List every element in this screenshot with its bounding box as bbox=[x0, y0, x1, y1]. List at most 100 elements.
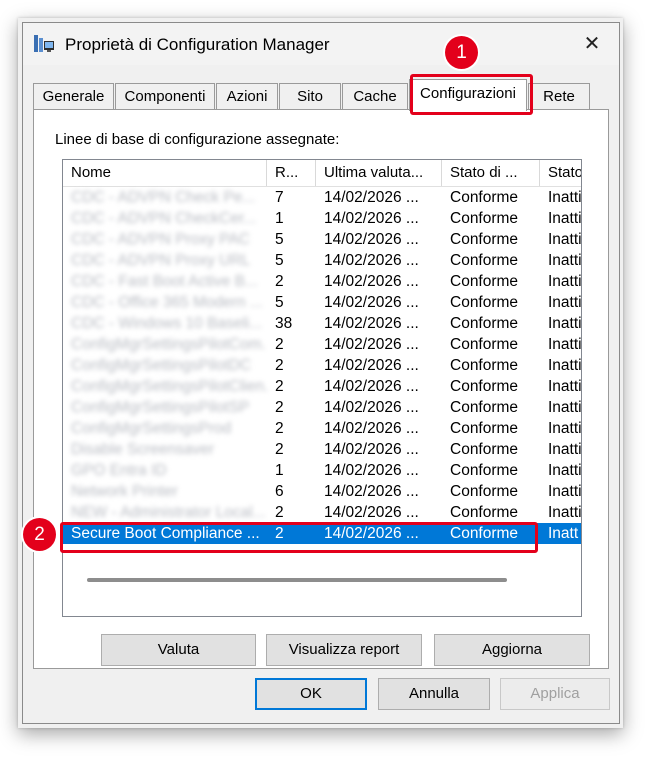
cell-nome: ConfigMgrSettingsPilotDC bbox=[71, 357, 252, 374]
visualizza-report-button[interactable]: Visualizza report bbox=[266, 634, 422, 666]
applica-button[interactable]: Applica bbox=[500, 678, 610, 710]
cell-stato: Inattivo bbox=[548, 462, 582, 479]
table-row[interactable]: NEW - Administrator Local... 2 14/02/2026 … bbox=[63, 502, 581, 523]
cell-ultima-valutazione: 14/02/2026 ... bbox=[324, 399, 419, 416]
cell-nome: CDC - ADVPN CheckCer... bbox=[71, 210, 257, 227]
tab-azioni[interactable]: Azioni bbox=[216, 83, 278, 110]
cell-ultima-valutazione: 14/02/2026 ... bbox=[324, 357, 419, 374]
cell-revisione: 1 bbox=[275, 210, 284, 227]
cell-nome: Network Printer bbox=[71, 483, 178, 500]
cell-stato-conformita: Conforme bbox=[450, 420, 519, 437]
table-row[interactable]: CDC - Fast Boot Active B... 2 14/02/2026 .… bbox=[63, 271, 581, 292]
assigned-baselines-label: Linee di base di configurazione assegnat… bbox=[55, 131, 340, 148]
cell-nome: ConfigMgrSettingsPilotClien... bbox=[71, 378, 267, 395]
cell-stato: Inattivo bbox=[548, 357, 582, 374]
cell-nome: ConfigMgrSettingsProd bbox=[71, 420, 232, 437]
cell-stato-conformita: Conforme bbox=[450, 357, 519, 374]
list-header: Nome R... Ultima valuta... Stato di ... … bbox=[63, 160, 581, 187]
cell-nome: NEW - Administrator Local... bbox=[71, 504, 266, 521]
cell-revisione: 5 bbox=[275, 252, 284, 269]
table-row[interactable]: CDC - Windows 10 Baseli... 38 14/02/2026 .… bbox=[63, 313, 581, 334]
table-row[interactable]: ConfigMgrSettingsPilotClien... 2 14/02/202… bbox=[63, 376, 581, 397]
table-row[interactable]: ConfigMgrSettingsPilotDC 2 14/02/2026 ... C… bbox=[63, 355, 581, 376]
configurazioni-tab-highlight bbox=[410, 74, 533, 115]
cell-ultima-valutazione: 14/02/2026 ... bbox=[324, 231, 419, 248]
cell-revisione: 2 bbox=[275, 441, 284, 458]
cell-stato: Inattivo bbox=[548, 483, 582, 500]
cell-stato: Inattivo bbox=[548, 273, 582, 290]
column-header-revisione[interactable]: R... bbox=[267, 160, 316, 186]
tab-rete[interactable]: Rete bbox=[528, 83, 590, 110]
valuta-button[interactable]: Valuta bbox=[101, 634, 256, 666]
table-row[interactable]: Disable Screensaver 2 14/02/2026 ... Confor… bbox=[63, 439, 581, 460]
cell-ultima-valutazione: 14/02/2026 ... bbox=[324, 336, 419, 353]
close-button[interactable]: ✕ bbox=[569, 25, 615, 63]
selected-row-highlight bbox=[60, 522, 538, 553]
cell-revisione: 2 bbox=[275, 420, 284, 437]
cell-ultima-valutazione: 14/02/2026 ... bbox=[324, 420, 419, 437]
column-header-ultima-valutazione[interactable]: Ultima valuta... bbox=[316, 160, 442, 186]
table-row[interactable]: CDC - Office 365 Modern ... 5 14/02/2026 .… bbox=[63, 292, 581, 313]
annulla-button[interactable]: Annulla bbox=[378, 678, 490, 710]
list-rows: CDC - ADVPN Check Pe... 7 14/02/2026 ... Co… bbox=[63, 187, 581, 544]
properties-dialog: Proprietà di Configuration Manager ✕ Gen… bbox=[22, 22, 620, 724]
cell-nome: Disable Screensaver bbox=[71, 441, 215, 458]
column-header-stato-conformita[interactable]: Stato di ... bbox=[442, 160, 540, 186]
cell-revisione: 2 bbox=[275, 336, 284, 353]
table-row[interactable]: Network Printer 6 14/02/2026 ... Conforme In… bbox=[63, 481, 581, 502]
tab-cache[interactable]: Cache bbox=[342, 83, 408, 110]
cell-stato: Inattivo bbox=[548, 399, 582, 416]
aggiorna-button[interactable]: Aggiorna bbox=[434, 634, 590, 666]
cell-revisione: 1 bbox=[275, 462, 284, 479]
cell-stato: Inattivo bbox=[548, 252, 582, 269]
cell-nome: GPO Entra ID bbox=[71, 462, 167, 479]
table-row[interactable]: CDC - ADVPN Proxy PAC 5 14/02/2026 ... Conf… bbox=[63, 229, 581, 250]
configmgr-app-icon bbox=[34, 34, 56, 54]
cell-stato: Inattivo bbox=[548, 210, 582, 227]
cell-nome: CDC - Windows 10 Baseli... bbox=[71, 315, 263, 332]
cell-ultima-valutazione: 14/02/2026 ... bbox=[324, 504, 419, 521]
tab-sito[interactable]: Sito bbox=[279, 83, 341, 110]
table-row[interactable]: ConfigMgrSettingsPilotCom... 2 14/02/2026 … bbox=[63, 334, 581, 355]
table-row[interactable]: CDC - ADVPN Proxy URL 5 14/02/2026 ... Conf… bbox=[63, 250, 581, 271]
cell-stato-conformita: Conforme bbox=[450, 231, 519, 248]
cell-stato: Inattivo bbox=[548, 315, 582, 332]
cell-revisione: 38 bbox=[275, 315, 293, 332]
table-row[interactable]: ConfigMgrSettingsPilotSP 2 14/02/2026 ... C… bbox=[63, 397, 581, 418]
cell-stato: Inattivo bbox=[548, 294, 582, 311]
cell-stato-conformita: Conforme bbox=[450, 189, 519, 206]
horizontal-scrollbar[interactable] bbox=[87, 578, 507, 582]
cell-stato-conformita: Conforme bbox=[450, 252, 519, 269]
cell-stato: Inattivo bbox=[548, 504, 582, 521]
cell-stato-conformita: Conforme bbox=[450, 399, 519, 416]
tab-componenti[interactable]: Componenti bbox=[115, 83, 215, 110]
table-row[interactable]: ConfigMgrSettingsProd 2 14/02/2026 ... Conf… bbox=[63, 418, 581, 439]
cell-ultima-valutazione: 14/02/2026 ... bbox=[324, 210, 419, 227]
tab-generale[interactable]: Generale bbox=[33, 83, 114, 110]
cell-stato-conformita: Conforme bbox=[450, 483, 519, 500]
cell-revisione: 2 bbox=[275, 378, 284, 395]
cell-ultima-valutazione: 14/02/2026 ... bbox=[324, 273, 419, 290]
cell-stato: Inattivo bbox=[548, 189, 582, 206]
table-row[interactable]: CDC - ADVPN CheckCer... 1 14/02/2026 ... Co… bbox=[63, 208, 581, 229]
cell-stato-conformita: Conforme bbox=[450, 504, 519, 521]
window-title: Proprietà di Configuration Manager bbox=[65, 35, 330, 54]
table-row[interactable]: CDC - ADVPN Check Pe... 7 14/02/2026 ... Co… bbox=[63, 187, 581, 208]
cell-revisione: 5 bbox=[275, 294, 284, 311]
cell-stato: Inattivo bbox=[548, 231, 582, 248]
ok-button[interactable]: OK bbox=[255, 678, 367, 710]
cell-stato-conformita: Conforme bbox=[450, 294, 519, 311]
cell-stato-conformita: Conforme bbox=[450, 210, 519, 227]
column-header-nome[interactable]: Nome bbox=[63, 160, 267, 186]
title-bar[interactable]: Proprietà di Configuration Manager ✕ bbox=[23, 23, 619, 65]
cell-stato-conformita: Conforme bbox=[450, 336, 519, 353]
table-row[interactable]: GPO Entra ID 1 14/02/2026 ... Conforme Inatt… bbox=[63, 460, 581, 481]
cell-stato: Inattivo bbox=[548, 378, 582, 395]
cell-revisione: 2 bbox=[275, 273, 284, 290]
cell-revisione: 7 bbox=[275, 189, 284, 206]
cell-nome: CDC - Fast Boot Active B... bbox=[71, 273, 258, 290]
cell-revisione: 2 bbox=[275, 357, 284, 374]
cell-ultima-valutazione: 14/02/2026 ... bbox=[324, 483, 419, 500]
column-header-stato[interactable]: Stato bbox=[540, 160, 581, 186]
cell-ultima-valutazione: 14/02/2026 ... bbox=[324, 462, 419, 479]
